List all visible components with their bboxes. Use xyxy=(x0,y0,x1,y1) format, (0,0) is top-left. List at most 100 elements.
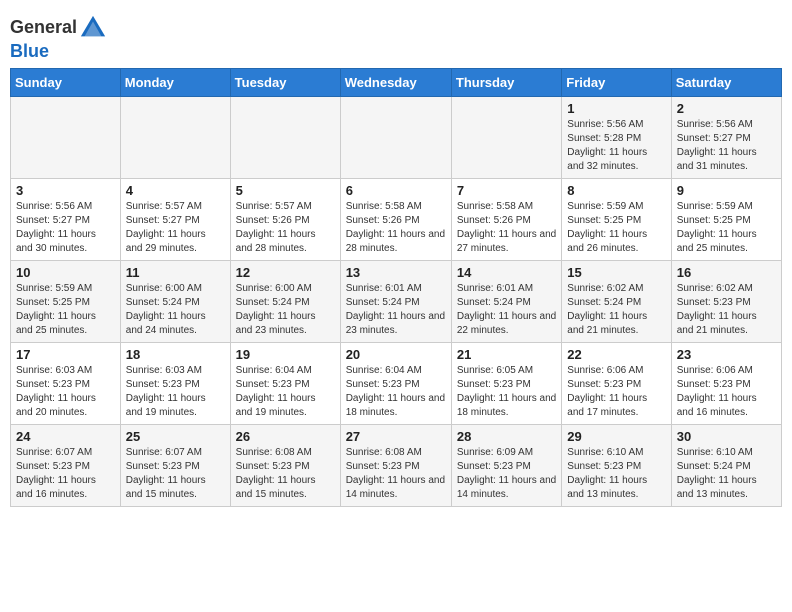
day-number: 9 xyxy=(677,183,776,198)
calendar-cell xyxy=(11,96,121,178)
calendar-cell: 12 Sunrise: 6:00 AMSunset: 5:24 PMDaylig… xyxy=(230,260,340,342)
cell-info: Sunrise: 6:08 AMSunset: 5:23 PMDaylight:… xyxy=(346,447,445,500)
cell-info: Sunrise: 6:01 AMSunset: 5:24 PMDaylight:… xyxy=(457,283,556,336)
calendar-cell: 20 Sunrise: 6:04 AMSunset: 5:23 PMDaylig… xyxy=(340,342,451,424)
calendar-cell: 18 Sunrise: 6:03 AMSunset: 5:23 PMDaylig… xyxy=(120,342,230,424)
cell-info: Sunrise: 6:03 AMSunset: 5:23 PMDaylight:… xyxy=(126,365,206,418)
cell-info: Sunrise: 5:56 AMSunset: 5:27 PMDaylight:… xyxy=(677,119,757,172)
calendar-cell: 30 Sunrise: 6:10 AMSunset: 5:24 PMDaylig… xyxy=(671,424,781,506)
cell-info: Sunrise: 6:06 AMSunset: 5:23 PMDaylight:… xyxy=(677,365,757,418)
weekday-header-monday: Monday xyxy=(120,68,230,96)
cell-info: Sunrise: 6:03 AMSunset: 5:23 PMDaylight:… xyxy=(16,365,96,418)
day-number: 18 xyxy=(126,347,225,362)
cell-info: Sunrise: 6:04 AMSunset: 5:23 PMDaylight:… xyxy=(346,365,445,418)
calendar-cell: 22 Sunrise: 6:06 AMSunset: 5:23 PMDaylig… xyxy=(562,342,671,424)
cell-info: Sunrise: 6:10 AMSunset: 5:23 PMDaylight:… xyxy=(567,447,647,500)
calendar-cell xyxy=(120,96,230,178)
calendar-cell: 17 Sunrise: 6:03 AMSunset: 5:23 PMDaylig… xyxy=(11,342,121,424)
day-number: 23 xyxy=(677,347,776,362)
day-number: 17 xyxy=(16,347,115,362)
logo-icon xyxy=(79,14,107,42)
calendar-cell xyxy=(451,96,561,178)
day-number: 10 xyxy=(16,265,115,280)
calendar-week-row: 24 Sunrise: 6:07 AMSunset: 5:23 PMDaylig… xyxy=(11,424,782,506)
day-number: 21 xyxy=(457,347,556,362)
weekday-header-tuesday: Tuesday xyxy=(230,68,340,96)
weekday-header-thursday: Thursday xyxy=(451,68,561,96)
calendar-cell xyxy=(340,96,451,178)
cell-info: Sunrise: 5:58 AMSunset: 5:26 PMDaylight:… xyxy=(457,201,556,254)
calendar-cell: 10 Sunrise: 5:59 AMSunset: 5:25 PMDaylig… xyxy=(11,260,121,342)
cell-info: Sunrise: 5:59 AMSunset: 5:25 PMDaylight:… xyxy=(567,201,647,254)
cell-info: Sunrise: 6:01 AMSunset: 5:24 PMDaylight:… xyxy=(346,283,445,336)
day-number: 3 xyxy=(16,183,115,198)
cell-info: Sunrise: 6:07 AMSunset: 5:23 PMDaylight:… xyxy=(16,447,96,500)
day-number: 19 xyxy=(236,347,335,362)
calendar-cell: 14 Sunrise: 6:01 AMSunset: 5:24 PMDaylig… xyxy=(451,260,561,342)
calendar-cell: 21 Sunrise: 6:05 AMSunset: 5:23 PMDaylig… xyxy=(451,342,561,424)
day-number: 20 xyxy=(346,347,446,362)
cell-info: Sunrise: 5:56 AMSunset: 5:27 PMDaylight:… xyxy=(16,201,96,254)
day-number: 28 xyxy=(457,429,556,444)
calendar-cell: 23 Sunrise: 6:06 AMSunset: 5:23 PMDaylig… xyxy=(671,342,781,424)
calendar-cell: 11 Sunrise: 6:00 AMSunset: 5:24 PMDaylig… xyxy=(120,260,230,342)
day-number: 26 xyxy=(236,429,335,444)
day-number: 24 xyxy=(16,429,115,444)
day-number: 14 xyxy=(457,265,556,280)
page-header: General Blue xyxy=(10,10,782,62)
logo: General Blue xyxy=(10,14,107,62)
day-number: 2 xyxy=(677,101,776,116)
day-number: 30 xyxy=(677,429,776,444)
calendar-week-row: 3 Sunrise: 5:56 AMSunset: 5:27 PMDayligh… xyxy=(11,178,782,260)
day-number: 7 xyxy=(457,183,556,198)
day-number: 12 xyxy=(236,265,335,280)
day-number: 25 xyxy=(126,429,225,444)
day-number: 11 xyxy=(126,265,225,280)
day-number: 8 xyxy=(567,183,665,198)
cell-info: Sunrise: 6:10 AMSunset: 5:24 PMDaylight:… xyxy=(677,447,757,500)
day-number: 16 xyxy=(677,265,776,280)
cell-info: Sunrise: 6:02 AMSunset: 5:23 PMDaylight:… xyxy=(677,283,757,336)
calendar-cell: 15 Sunrise: 6:02 AMSunset: 5:24 PMDaylig… xyxy=(562,260,671,342)
cell-info: Sunrise: 6:04 AMSunset: 5:23 PMDaylight:… xyxy=(236,365,316,418)
cell-info: Sunrise: 5:57 AMSunset: 5:27 PMDaylight:… xyxy=(126,201,206,254)
day-number: 15 xyxy=(567,265,665,280)
day-number: 13 xyxy=(346,265,446,280)
calendar-cell: 8 Sunrise: 5:59 AMSunset: 5:25 PMDayligh… xyxy=(562,178,671,260)
day-number: 22 xyxy=(567,347,665,362)
cell-info: Sunrise: 5:58 AMSunset: 5:26 PMDaylight:… xyxy=(346,201,445,254)
calendar-cell: 28 Sunrise: 6:09 AMSunset: 5:23 PMDaylig… xyxy=(451,424,561,506)
calendar-cell: 25 Sunrise: 6:07 AMSunset: 5:23 PMDaylig… xyxy=(120,424,230,506)
cell-info: Sunrise: 6:00 AMSunset: 5:24 PMDaylight:… xyxy=(126,283,206,336)
calendar-cell: 3 Sunrise: 5:56 AMSunset: 5:27 PMDayligh… xyxy=(11,178,121,260)
cell-info: Sunrise: 5:56 AMSunset: 5:28 PMDaylight:… xyxy=(567,119,647,172)
calendar-table: SundayMondayTuesdayWednesdayThursdayFrid… xyxy=(10,68,782,507)
calendar-cell xyxy=(230,96,340,178)
weekday-header-friday: Friday xyxy=(562,68,671,96)
calendar-cell: 4 Sunrise: 5:57 AMSunset: 5:27 PMDayligh… xyxy=(120,178,230,260)
day-number: 27 xyxy=(346,429,446,444)
calendar-week-row: 10 Sunrise: 5:59 AMSunset: 5:25 PMDaylig… xyxy=(11,260,782,342)
cell-info: Sunrise: 5:59 AMSunset: 5:25 PMDaylight:… xyxy=(677,201,757,254)
calendar-cell: 29 Sunrise: 6:10 AMSunset: 5:23 PMDaylig… xyxy=(562,424,671,506)
day-number: 1 xyxy=(567,101,665,116)
cell-info: Sunrise: 6:00 AMSunset: 5:24 PMDaylight:… xyxy=(236,283,316,336)
calendar-week-row: 1 Sunrise: 5:56 AMSunset: 5:28 PMDayligh… xyxy=(11,96,782,178)
calendar-cell: 24 Sunrise: 6:07 AMSunset: 5:23 PMDaylig… xyxy=(11,424,121,506)
cell-info: Sunrise: 5:59 AMSunset: 5:25 PMDaylight:… xyxy=(16,283,96,336)
calendar-cell: 1 Sunrise: 5:56 AMSunset: 5:28 PMDayligh… xyxy=(562,96,671,178)
weekday-header-wednesday: Wednesday xyxy=(340,68,451,96)
calendar-cell: 6 Sunrise: 5:58 AMSunset: 5:26 PMDayligh… xyxy=(340,178,451,260)
logo-blue: Blue xyxy=(10,41,49,61)
weekday-header-saturday: Saturday xyxy=(671,68,781,96)
calendar-cell: 16 Sunrise: 6:02 AMSunset: 5:23 PMDaylig… xyxy=(671,260,781,342)
logo-general: General xyxy=(10,17,77,37)
cell-info: Sunrise: 6:02 AMSunset: 5:24 PMDaylight:… xyxy=(567,283,647,336)
calendar-cell: 26 Sunrise: 6:08 AMSunset: 5:23 PMDaylig… xyxy=(230,424,340,506)
cell-info: Sunrise: 5:57 AMSunset: 5:26 PMDaylight:… xyxy=(236,201,316,254)
calendar-week-row: 17 Sunrise: 6:03 AMSunset: 5:23 PMDaylig… xyxy=(11,342,782,424)
cell-info: Sunrise: 6:05 AMSunset: 5:23 PMDaylight:… xyxy=(457,365,556,418)
calendar-header-row: SundayMondayTuesdayWednesdayThursdayFrid… xyxy=(11,68,782,96)
cell-info: Sunrise: 6:07 AMSunset: 5:23 PMDaylight:… xyxy=(126,447,206,500)
calendar-cell: 2 Sunrise: 5:56 AMSunset: 5:27 PMDayligh… xyxy=(671,96,781,178)
